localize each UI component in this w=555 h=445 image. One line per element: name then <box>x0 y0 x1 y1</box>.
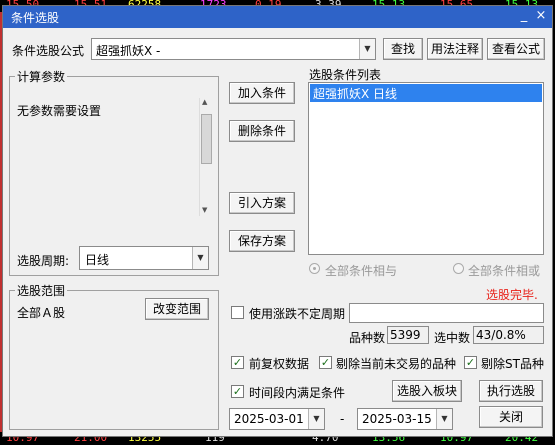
change-range-button[interactable]: 改变范围 <box>145 298 209 320</box>
date-to-picker[interactable]: 2025-03-15 ▼ <box>357 408 453 430</box>
minimize-icon[interactable]: _ <box>517 9 531 23</box>
adjusted-checkbox[interactable]: ✓ <box>231 356 244 369</box>
date-to-value: 2025-03-15 <box>362 412 432 426</box>
exclude-untraded-label: 剔除当前未交易的品种 <box>336 357 457 371</box>
time-range-checkbox[interactable]: ✓ <box>231 385 244 398</box>
status-text: 选股完毕. <box>486 288 538 302</box>
uncertain-period-input[interactable] <box>349 303 544 323</box>
formula-combo[interactable]: 超强抓妖X - ▼ <box>91 38 376 60</box>
radio-and[interactable] <box>309 263 320 274</box>
chevron-down-icon[interactable]: ▼ <box>436 409 452 429</box>
total-label: 品种数 <box>349 331 386 345</box>
selected-label: 选中数 <box>434 331 471 345</box>
load-scheme-button[interactable]: 引入方案 <box>229 192 295 214</box>
exclude-st-checkbox[interactable]: ✓ <box>464 356 477 369</box>
close-icon[interactable]: × <box>534 9 548 23</box>
run-screen-button[interactable]: 执行选股 <box>479 380 543 402</box>
date-separator: - <box>340 412 345 426</box>
uncertain-period-checkbox[interactable] <box>231 306 244 319</box>
add-condition-button[interactable]: 加入条件 <box>229 82 295 104</box>
date-from-value: 2025-03-01 <box>234 412 304 426</box>
period-label: 选股周期: <box>17 254 70 268</box>
scrollbar-thumb[interactable] <box>201 114 212 164</box>
selected-value: 43/0.8% <box>476 328 526 342</box>
range-legend: 选股范围 <box>15 282 68 299</box>
chevron-down-icon[interactable]: ▼ <box>308 409 324 429</box>
params-text: 无参数需要设置 <box>17 104 102 118</box>
total-field: 5399 <box>387 326 429 344</box>
find-button[interactable]: 查找 <box>383 38 423 60</box>
params-scrollbar[interactable]: ▲ ▼ <box>199 98 213 216</box>
selected-field: 43/0.8% <box>473 326 544 344</box>
range-value: 全部Ａ股 <box>17 306 66 320</box>
save-to-block-button[interactable]: 选股入板块 <box>392 380 462 402</box>
stock-screener-dialog: 条件选股 _ × 条件选股公式 超强抓妖X - ▼ 查找 用法注释 查看公式 计… <box>2 5 553 437</box>
date-from-picker[interactable]: 2025-03-01 ▼ <box>229 408 325 430</box>
period-value: 日线 <box>85 253 110 267</box>
params-legend: 计算参数 <box>15 68 68 85</box>
title-bar[interactable]: 条件选股 _ × <box>3 6 552 28</box>
adjusted-label: 前复权数据 <box>249 357 310 371</box>
uncertain-period-label: 使用涨跌不定周期 <box>249 307 346 321</box>
view-formula-button[interactable]: 查看公式 <box>487 38 545 60</box>
formula-value: 超强抓妖X - <box>96 44 161 58</box>
condition-item[interactable]: 超强抓妖X 日线 <box>310 84 542 102</box>
dialog-title: 条件选股 <box>11 11 60 25</box>
condition-item-label: 超强抓妖X 日线 <box>313 87 398 101</box>
remove-condition-button[interactable]: 删除条件 <box>229 120 295 142</box>
conditions-list[interactable]: 超强抓妖X 日线 <box>308 82 544 255</box>
close-button[interactable]: 关闭 <box>479 406 543 428</box>
chevron-down-icon[interactable]: ▼ <box>359 39 375 59</box>
chevron-down-icon[interactable]: ▼ <box>192 247 208 269</box>
formula-label: 条件选股公式 <box>12 44 85 58</box>
total-value: 5399 <box>390 328 421 342</box>
radio-or[interactable] <box>453 263 464 274</box>
usage-button[interactable]: 用法注释 <box>427 38 483 60</box>
scroll-down-icon[interactable]: ▼ <box>202 206 207 214</box>
mode-or-label: 全部条件相或 <box>468 264 541 278</box>
exclude-st-label: 剔除ST品种 <box>481 357 544 371</box>
save-scheme-button[interactable]: 保存方案 <box>229 230 295 252</box>
time-range-label: 时间段内满足条件 <box>249 386 346 400</box>
mode-and-label: 全部条件相与 <box>325 264 398 278</box>
period-combo[interactable]: 日线 ▼ <box>79 246 209 270</box>
scroll-up-icon[interactable]: ▲ <box>202 98 207 106</box>
conditions-label: 选股条件列表 <box>309 68 382 82</box>
exclude-untraded-checkbox[interactable]: ✓ <box>319 356 332 369</box>
